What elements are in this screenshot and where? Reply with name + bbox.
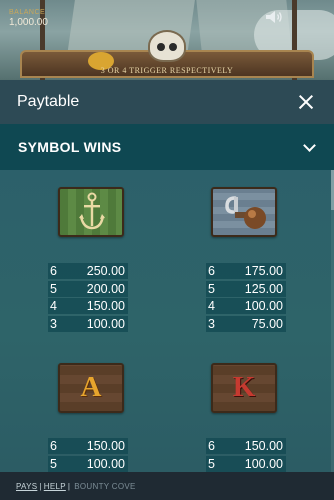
pay-row: 3 75.00 [206, 316, 286, 333]
paytable-header: Paytable [0, 80, 334, 124]
pay-row: 5 125.00 [206, 280, 286, 297]
symbol-count: 5 [208, 456, 215, 471]
pay-row: 6 150.00 [48, 438, 128, 454]
letter-k-paytable: 6 150.00 5 100.00 [206, 438, 286, 472]
speaker-icon[interactable] [265, 10, 283, 24]
game-background: 3 OR 4 TRIGGER RESPECTIVELY [0, 0, 334, 80]
pays-link[interactable]: PAYS [16, 482, 37, 491]
pay-row: 6 250.00 [48, 263, 128, 279]
pay-row: 5 100.00 [48, 455, 128, 472]
letter-a-symbol: A [58, 363, 124, 413]
symbol-count: 5 [50, 281, 57, 296]
banner-text: 3 OR 4 TRIGGER RESPECTIVELY [100, 66, 234, 75]
balance-label: BALANCE [9, 9, 46, 16]
footer-separator: | [67, 481, 71, 491]
anchor-symbol [58, 187, 124, 237]
payout-amount: 175.00 [244, 264, 283, 278]
pay-row: 6 150.00 [206, 438, 286, 454]
symbol-count: 3 [50, 317, 57, 332]
symbol-count: 4 [208, 299, 215, 314]
chevron-down-icon[interactable] [302, 140, 316, 154]
hook-paytable: 6 175.00 5 125.00 4 100.00 3 75.00 [206, 263, 286, 334]
payout-amount: 100.00 [244, 456, 283, 471]
anchor-paytable: 6 250.00 5 200.00 4 150.00 3 100.00 [48, 263, 128, 334]
hook-symbol [211, 187, 277, 237]
footer-bar: PAYS | HELP | BOUNTY COVE [0, 472, 334, 500]
skull-icon [148, 30, 186, 62]
symbol-wins-accordion[interactable]: SYMBOL WINS [0, 124, 334, 170]
symbol-count: 4 [50, 299, 57, 314]
payout-amount: 100.00 [86, 317, 125, 332]
close-icon[interactable] [295, 91, 317, 113]
payout-amount: 250.00 [86, 264, 125, 278]
payout-amount: 150.00 [244, 439, 283, 453]
symbol-count: 5 [50, 456, 57, 471]
footer-separator: | [39, 481, 42, 491]
letter-k-symbol: K [211, 363, 277, 413]
symbol-count: 5 [208, 281, 215, 296]
pay-row: 3 100.00 [48, 316, 128, 333]
pay-row: 4 150.00 [48, 298, 128, 315]
letter-k-glyph: K [232, 371, 256, 403]
letter-a-glyph: A [80, 371, 102, 403]
symbol-count: 6 [208, 264, 215, 278]
balance-display: BALANCE 1,000.00 [9, 9, 48, 28]
pay-row: 6 175.00 [206, 263, 286, 279]
pay-row: 5 200.00 [48, 280, 128, 297]
symbol-count: 3 [208, 317, 215, 332]
payout-amount: 150.00 [86, 299, 125, 314]
payout-amount: 100.00 [244, 299, 283, 314]
pay-row: 4 100.00 [206, 298, 286, 315]
pay-row: 5 100.00 [206, 455, 286, 472]
balance-value: 1,000.00 [9, 17, 48, 28]
help-link[interactable]: HELP [44, 482, 66, 491]
hook-icon [225, 196, 266, 229]
payout-amount: 100.00 [86, 456, 125, 471]
anchor-icon [79, 192, 105, 230]
game-name: BOUNTY COVE [74, 481, 136, 491]
payout-amount: 125.00 [244, 281, 283, 296]
payout-amount: 75.00 [251, 317, 283, 332]
letter-a-paytable: 6 150.00 5 100.00 [48, 438, 128, 472]
payout-amount: 150.00 [86, 439, 125, 453]
symbol-count: 6 [50, 264, 57, 278]
section-label: SYMBOL WINS [18, 139, 122, 155]
payout-amount: 200.00 [86, 281, 125, 296]
symbol-count: 6 [208, 439, 215, 453]
paytable-title: Paytable [17, 93, 80, 110]
symbol-count: 6 [50, 439, 57, 453]
paytable-content[interactable]: SYMBOL WINS 6 250.00 5 200.00 4 150.00 3 [0, 124, 334, 472]
